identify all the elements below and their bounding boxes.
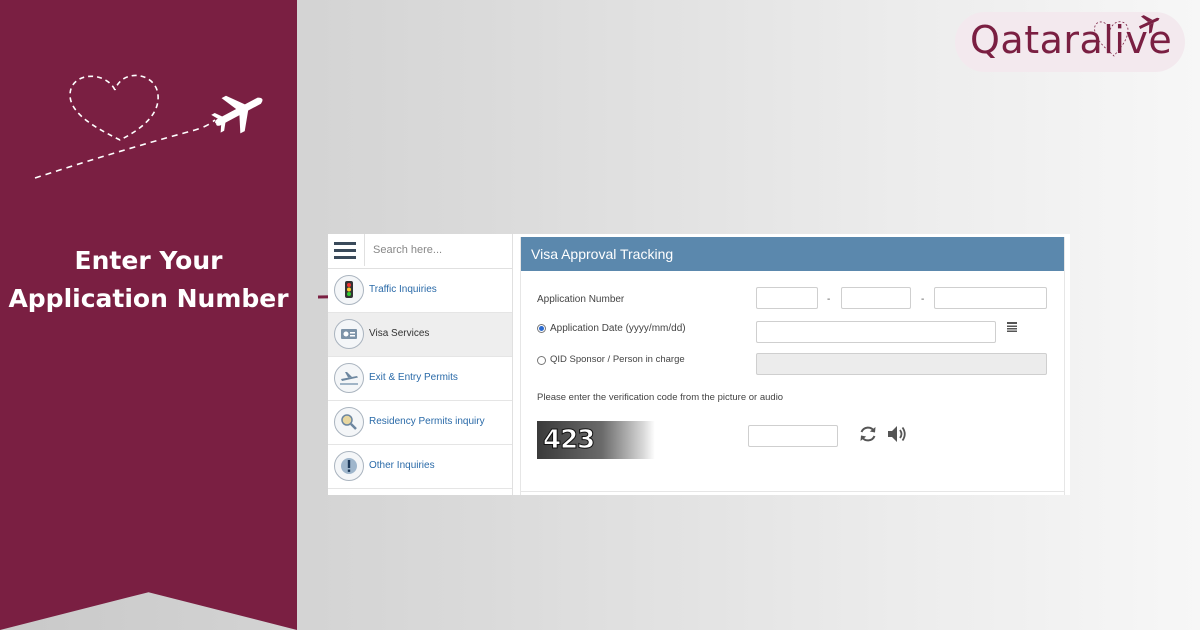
- sidebar-item-label: Traffic Inquiries: [369, 284, 437, 295]
- captcha-image: 423: [537, 421, 655, 459]
- audio-speaker-icon[interactable]: [886, 424, 908, 444]
- traffic-light-icon: [334, 275, 364, 305]
- qid-sponsor-input: [756, 353, 1047, 375]
- search-input[interactable]: [364, 234, 508, 266]
- hamburger-menu-icon[interactable]: [334, 242, 356, 260]
- form-bottom-divider: [521, 491, 1064, 492]
- heart-plane-doodle-icon: [34, 74, 263, 179]
- application-number-label: Application Number: [537, 294, 625, 305]
- sidebar-item-traffic-inquiries[interactable]: Traffic Inquiries: [328, 269, 512, 313]
- application-date-radio[interactable]: [537, 324, 546, 333]
- verification-prompt: Please enter the verification code from …: [537, 392, 784, 403]
- form-title: Visa Approval Tracking: [531, 246, 674, 262]
- airplane-icon: [334, 363, 364, 393]
- application-number-part2-input[interactable]: [841, 287, 911, 309]
- sidebar-item-label: Other Inquiries: [369, 460, 435, 471]
- visa-tracking-form: Visa Approval Tracking Application Numbe…: [520, 237, 1065, 495]
- sidebar: Traffic Inquiries Visa Services Exit & E…: [328, 234, 513, 495]
- verification-code-input[interactable]: [748, 425, 838, 447]
- banner-title: Enter Your Application Number: [0, 242, 297, 318]
- sidebar-item-other-inquiries[interactable]: Other Inquiries: [328, 445, 512, 489]
- application-date-label: Application Date (yyyy/mm/dd): [550, 323, 686, 334]
- qid-sponsor-label: QID Sponsor / Person in charge: [550, 354, 685, 365]
- qid-sponsor-radio[interactable]: [537, 356, 546, 365]
- sidebar-item-residency-permits[interactable]: Residency Permits inquiry: [328, 401, 512, 445]
- sidebar-item-exit-entry-permits[interactable]: Exit & Entry Permits: [328, 357, 512, 401]
- banner-title-line1: Enter Your: [74, 246, 223, 275]
- logo-heart-plane-icon: [1094, 15, 1160, 57]
- sidebar-top-bar: [328, 234, 512, 269]
- application-date-input[interactable]: [756, 321, 996, 343]
- calendar-icon[interactable]: [1007, 322, 1017, 332]
- website-screenshot: Traffic Inquiries Visa Services Exit & E…: [328, 234, 1070, 495]
- refresh-icon[interactable]: [857, 423, 879, 445]
- separator: -: [827, 294, 831, 305]
- application-number-part3-input[interactable]: [934, 287, 1047, 309]
- sidebar-item-label: Exit & Entry Permits: [369, 372, 458, 383]
- sidebar-item-label: Visa Services: [369, 328, 430, 339]
- form-header: Visa Approval Tracking: [521, 237, 1064, 271]
- application-number-part1-input[interactable]: [756, 287, 818, 309]
- passport-icon: [334, 319, 364, 349]
- magnifier-icon: [334, 407, 364, 437]
- sidebar-item-visa-services[interactable]: Visa Services: [328, 313, 512, 357]
- exclamation-icon: [334, 451, 364, 481]
- banner-title-line2: Application Number: [8, 284, 289, 313]
- captcha-code: 423: [542, 425, 595, 456]
- sidebar-item-label: Residency Permits inquiry: [369, 416, 485, 427]
- separator: -: [921, 294, 925, 305]
